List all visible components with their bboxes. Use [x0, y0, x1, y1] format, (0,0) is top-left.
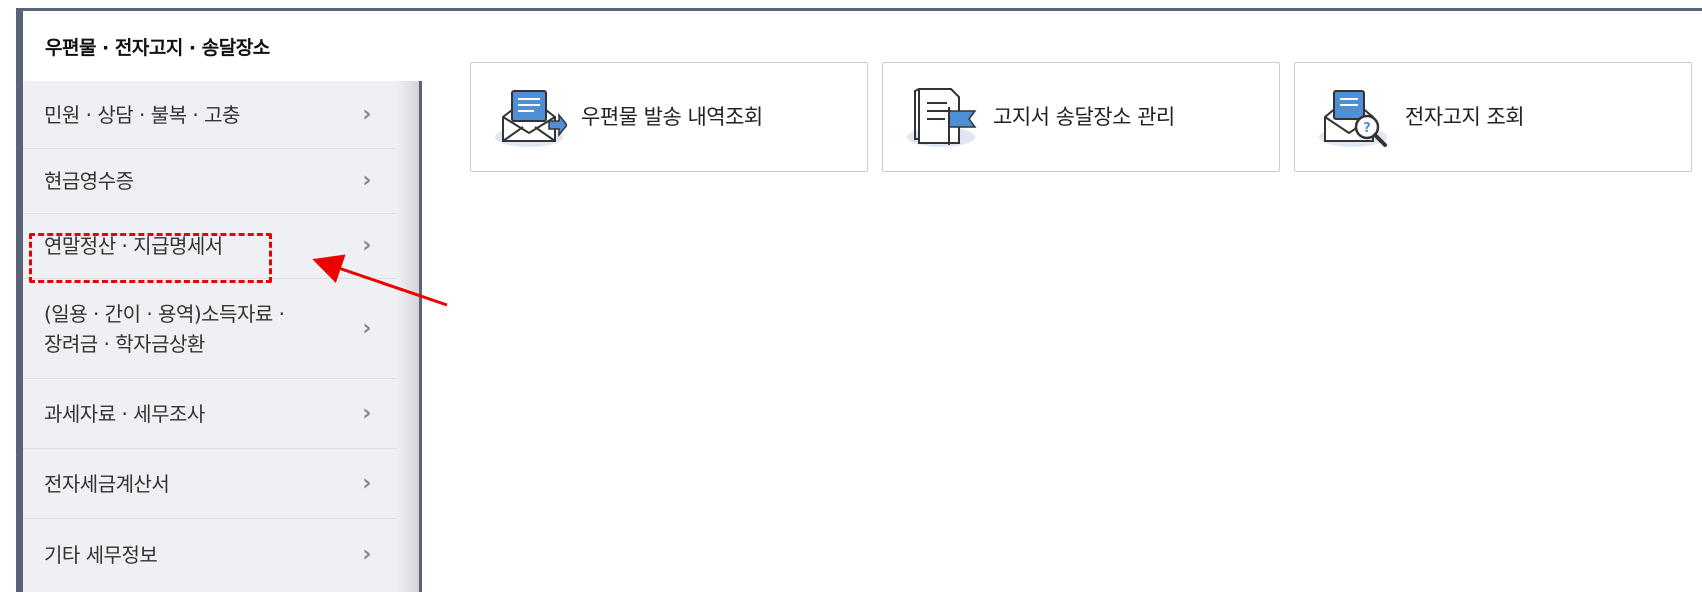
card-e-notice-inquiry[interactable]: ? 전자고지 조회 [1294, 62, 1692, 172]
highlight-box [29, 233, 272, 283]
sidebar-shadow [396, 80, 420, 592]
sidebar-item-other-tax-info[interactable]: 기타 세무정보 › [23, 519, 397, 591]
sidebar-item-label: 과세자료 · 세무조사 [44, 401, 205, 426]
card-delivery-address[interactable]: 고지서 송달장소 관리 [882, 62, 1280, 172]
card-label: 우편물 발송 내역조회 [581, 105, 763, 129]
sidebar-item-e-tax-invoice[interactable]: 전자세금계산서 › [23, 449, 397, 519]
sidebar-item-label: 민원 · 상담 · 불복 · 고충 [44, 102, 240, 127]
sidebar-item-label: 현금영수증 [44, 169, 134, 193]
svg-text:?: ? [1363, 121, 1371, 136]
chevron-right-icon: › [362, 315, 371, 341]
chevron-right-icon: › [362, 101, 371, 127]
sidebar-rail [419, 80, 422, 592]
mail-search-icon: ? [1319, 90, 1387, 147]
sidebar-item-label: 전자세금계산서 [44, 471, 170, 496]
chevron-right-icon: › [362, 542, 371, 567]
sidebar-item-tax-data[interactable]: 과세자료 · 세무조사 › [23, 379, 397, 449]
pointer-arrow [312, 254, 448, 307]
sidebar-menu: 민원 · 상담 · 불복 · 고충 › 현금영수증 › 연말정산 · 지급명세서… [23, 81, 397, 591]
chevron-right-icon: › [362, 470, 371, 496]
card-label: 전자고지 조회 [1405, 105, 1525, 129]
mail-send-icon [495, 90, 567, 147]
card-mail-history[interactable]: 우편물 발송 내역조회 [470, 62, 868, 172]
sidebar-header-tab[interactable]: 우편물 · 전자고지 · 송달장소 [23, 11, 422, 81]
sidebar-item-cash-receipt[interactable]: 현금영수증 › [23, 149, 397, 214]
document-flag-icon [907, 88, 977, 147]
card-label: 고지서 송달장소 관리 [993, 105, 1175, 129]
sidebar-item-label: 기타 세무정보 [44, 543, 158, 567]
chevron-right-icon: › [362, 168, 371, 193]
sidebar-item-civil-complaint[interactable]: 민원 · 상담 · 불복 · 고충 › [23, 81, 397, 149]
sidebar-item-label: (일용 · 간이 · 용역)소득자료 · 장려금 · 학자금상환 [44, 301, 285, 356]
chevron-right-icon: › [362, 400, 371, 426]
